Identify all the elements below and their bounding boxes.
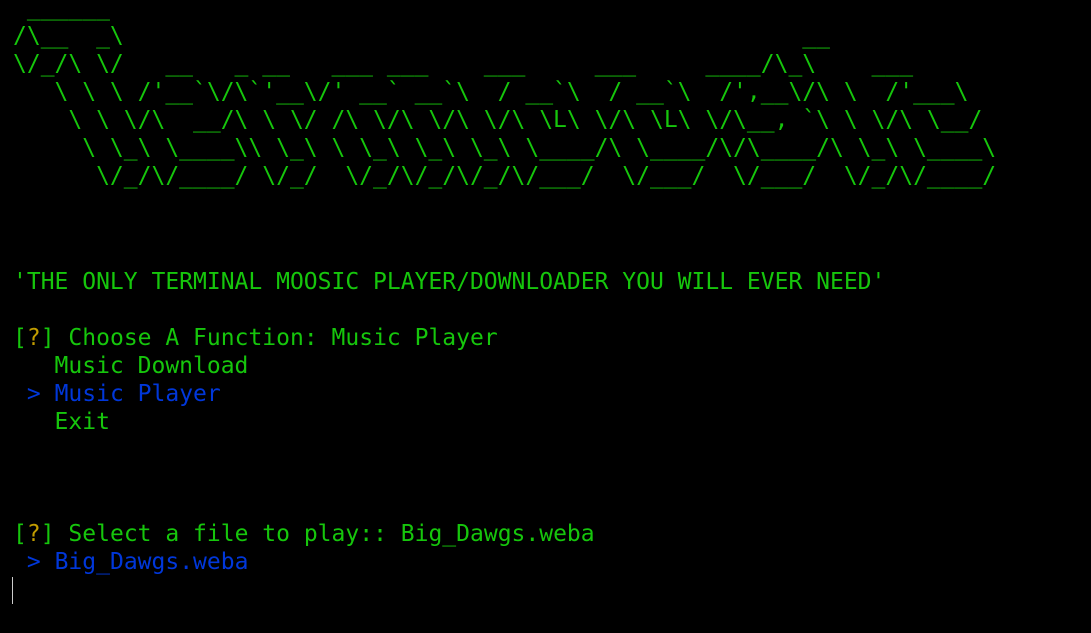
function-question: Choose A Function:	[54, 325, 332, 351]
tagline: 'THE ONLY TERMINAL MOOSIC PLAYER/DOWNLOA…	[13, 269, 886, 295]
menu-option-label: Exit	[54, 409, 110, 435]
file-answer: Big_Dawgs.weba	[400, 521, 595, 547]
menu-option-music-download[interactable]: Music Download	[13, 352, 249, 380]
menu-option-indent	[13, 381, 27, 407]
menu-option-indent	[13, 353, 55, 379]
function-prompt: [?] Choose A Function: Music Player	[13, 324, 498, 352]
question-mark-icon: ?	[26, 325, 41, 351]
menu-option-indent	[13, 409, 55, 435]
menu-option-exit[interactable]: Exit	[13, 408, 110, 436]
menu-option-indent	[41, 549, 55, 575]
menu-option-label: Music Player	[54, 381, 221, 407]
file-option-big-dawgs-selected[interactable]: > Big_Dawgs.weba	[13, 548, 249, 576]
selection-pointer-icon: >	[26, 381, 41, 407]
function-answer: Music Player	[331, 325, 498, 351]
file-prompt: [?] Select a file to play:: Big_Dawgs.we…	[13, 520, 595, 548]
prompt-bracket-open: [	[13, 521, 27, 547]
menu-option-indent	[41, 381, 55, 407]
prompt-bracket-open: [	[13, 325, 27, 351]
prompt-bracket-close: ]	[40, 521, 55, 547]
menu-option-music-player-selected[interactable]: > Music Player	[13, 380, 221, 408]
menu-option-label: Music Download	[54, 353, 249, 379]
file-option-label: Big_Dawgs.weba	[54, 549, 249, 575]
selection-pointer-icon: >	[26, 549, 41, 575]
ascii-banner-logo: ______ /\__ _\ __ \/_/\ \/ __ _ __ ___ _…	[13, 0, 997, 189]
question-mark-icon: ?	[26, 521, 41, 547]
prompt-bracket-close: ]	[40, 325, 55, 351]
text-cursor	[12, 577, 13, 604]
terminal-window[interactable]: ______ /\__ _\ __ \/_/\ \/ __ _ __ ___ _…	[0, 0, 1091, 633]
file-question: Select a file to play::	[54, 521, 401, 547]
menu-option-indent	[13, 549, 27, 575]
